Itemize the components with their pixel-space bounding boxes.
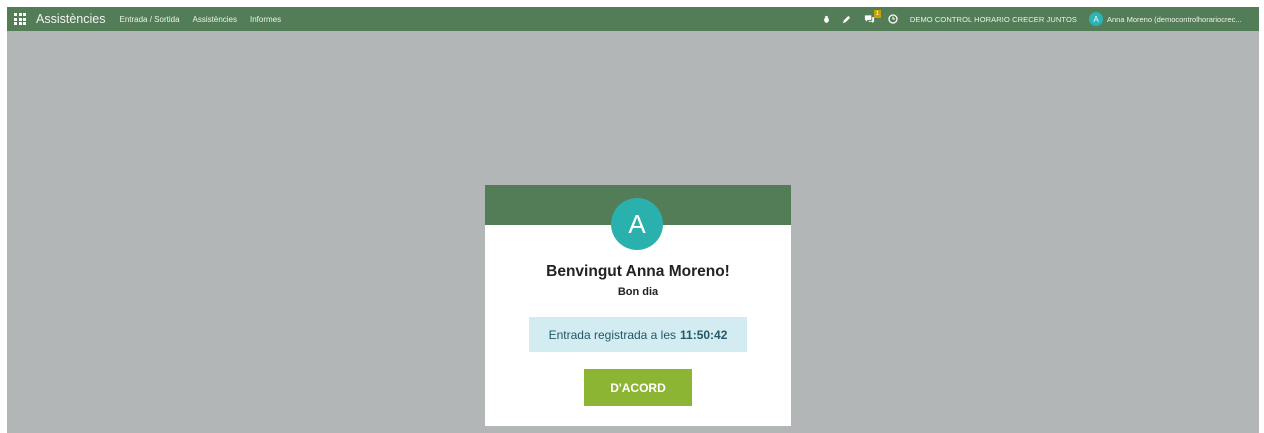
greeting-dialog: A Benvingut Anna Moreno! Bon dia Entrada…: [485, 185, 791, 426]
app-title[interactable]: Assistències: [36, 12, 105, 26]
chat-badge: 1: [873, 10, 881, 18]
chat-icon[interactable]: 1: [860, 10, 881, 26]
employee-avatar: A: [611, 198, 663, 250]
user-avatar[interactable]: A: [1089, 12, 1103, 26]
user-menu[interactable]: Anna Moreno (democontrolhorariocrec...: [1107, 15, 1255, 24]
menu-item-entrada-sortida[interactable]: Entrada / Sortida: [119, 15, 179, 24]
menu-item-assistencies[interactable]: Assistències: [193, 15, 237, 24]
checkin-time: 11:50:42: [680, 327, 728, 342]
edit-icon[interactable]: [840, 12, 854, 26]
welcome-message: Benvingut Anna Moreno!: [546, 263, 730, 280]
navbar-right: 1 DEMO CONTROL HORARIO CRECER JUNTOS A A…: [814, 7, 1259, 31]
checkin-alert: Entrada registrada a les 11:50:42: [529, 317, 747, 352]
ok-button[interactable]: D'ACORD: [584, 369, 692, 406]
menu-item-informes[interactable]: Informes: [250, 15, 281, 24]
top-navbar: Assistències Entrada / Sortida Assistènc…: [7, 7, 1259, 31]
clock-icon[interactable]: [886, 12, 900, 26]
bug-icon[interactable]: [820, 12, 834, 26]
app-frame: Assistències Entrada / Sortida Assistènc…: [7, 7, 1259, 433]
checkin-text: Entrada registrada a les: [548, 327, 677, 342]
greeting-message: Bon dia: [617, 286, 659, 298]
apps-grid-icon[interactable]: [12, 11, 28, 27]
company-switcher[interactable]: DEMO CONTROL HORARIO CRECER JUNTOS: [910, 15, 1077, 24]
